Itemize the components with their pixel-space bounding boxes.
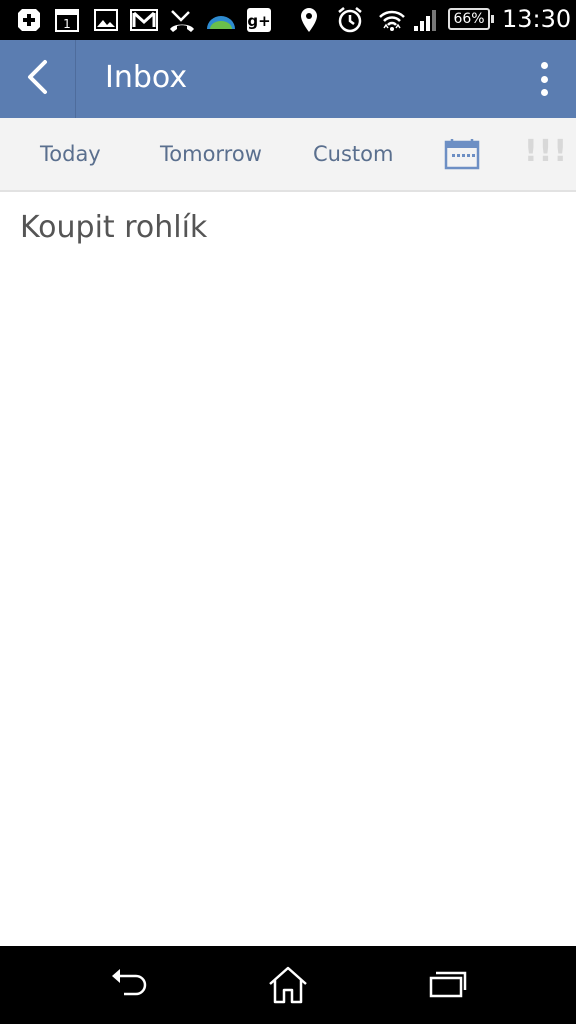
gmail-icon — [130, 6, 158, 34]
overflow-dot — [540, 89, 548, 96]
back-icon[interactable] — [108, 964, 150, 1009]
weather-icon — [206, 6, 236, 34]
location-icon — [300, 6, 318, 34]
back-button[interactable] — [0, 40, 76, 118]
status-clock: 13:30 — [502, 5, 572, 33]
priority-button[interactable]: !!! — [524, 134, 568, 169]
task-item[interactable]: Koupit rohlík — [20, 210, 207, 245]
page-title: Inbox — [105, 60, 188, 95]
alarm-icon — [336, 6, 364, 34]
overflow-menu-button[interactable] — [532, 62, 556, 96]
today-button[interactable]: Today — [40, 142, 101, 166]
chevron-left-icon — [25, 59, 51, 100]
health-plus-icon — [16, 6, 42, 34]
overflow-dot — [540, 62, 548, 69]
calendar-day-icon: 1 — [54, 6, 80, 34]
calendar-icon[interactable] — [444, 138, 480, 175]
calendar-day-number: 1 — [63, 17, 71, 31]
home-icon[interactable] — [266, 964, 310, 1011]
recent-apps-icon[interactable] — [428, 964, 468, 1009]
missed-call-icon — [168, 6, 196, 34]
google-plus-icon: g+ — [246, 6, 272, 34]
custom-button[interactable]: Custom — [313, 142, 393, 166]
gallery-icon — [94, 6, 118, 34]
signal-icon — [412, 6, 440, 34]
status-bar: 1 g+ 66% 13:30 — [0, 0, 576, 40]
tomorrow-button[interactable]: Tomorrow — [160, 142, 262, 166]
app-bar: Inbox — [0, 40, 576, 118]
overflow-dot — [540, 75, 548, 83]
navigation-bar — [0, 946, 576, 1024]
google-plus-label: g+ — [247, 12, 270, 30]
battery-indicator: 66% — [448, 8, 494, 30]
due-date-toolbar: Today Tomorrow Custom !!! — [0, 118, 576, 192]
wifi-icon — [378, 6, 406, 34]
